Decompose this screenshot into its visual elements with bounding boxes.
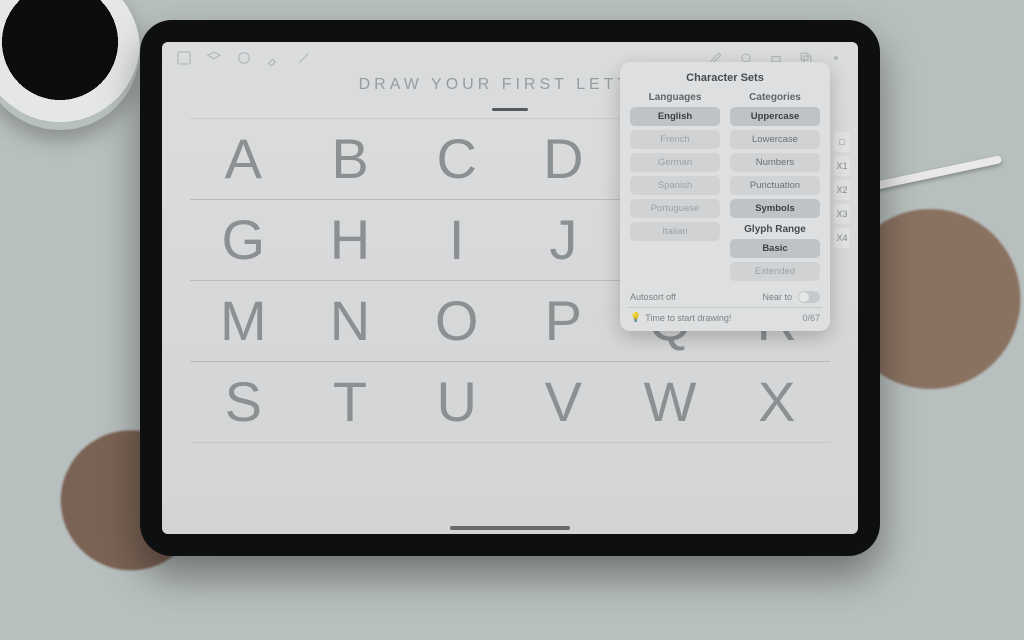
letter-cell[interactable]: V <box>510 374 617 430</box>
categories-column: Categories Uppercase Lowercase Numbers P… <box>730 92 820 285</box>
glyph-range-header: Glyph Range <box>730 224 820 235</box>
letter-cell[interactable]: G <box>190 212 297 268</box>
letter-cell[interactable]: M <box>190 293 297 349</box>
ipad-device: DRAW YOUR FIRST LETTER A B C D E F G H I… <box>140 20 880 556</box>
letter-cell[interactable]: D <box>510 131 617 187</box>
letter-cell[interactable]: J <box>510 212 617 268</box>
letter-cell[interactable]: P <box>510 293 617 349</box>
wrench-icon[interactable] <box>236 50 252 66</box>
coffee-mug <box>0 0 140 130</box>
lightbulb-icon: 💡 <box>630 312 641 323</box>
layers-icon[interactable] <box>206 50 222 66</box>
rail-button[interactable]: X4 <box>834 228 850 248</box>
panel-footer: 💡 Time to start drawing! 0/67 <box>630 312 820 323</box>
language-option[interactable]: Spanish <box>630 176 720 195</box>
rail-button[interactable]: X1 <box>834 156 850 176</box>
right-rail: □ X1 X2 X3 X4 <box>834 132 850 248</box>
drag-handle[interactable] <box>492 108 528 111</box>
rail-button[interactable]: X2 <box>834 180 850 200</box>
character-sets-panel: Character Sets Languages English French … <box>620 62 830 331</box>
category-option[interactable]: Uppercase <box>730 107 820 126</box>
wand-icon[interactable] <box>296 50 312 66</box>
letter-cell[interactable]: O <box>403 293 510 349</box>
glyph-range-option[interactable]: Extended <box>730 262 820 281</box>
autosort-row: Autosort off Near to <box>630 291 820 303</box>
letter-row: S T U V W X <box>190 361 830 443</box>
autosort-toggle[interactable] <box>798 291 820 303</box>
language-option[interactable]: Portuguese <box>630 199 720 218</box>
language-option[interactable]: English <box>630 107 720 126</box>
letter-cell[interactable]: N <box>297 293 404 349</box>
letter-cell[interactable]: A <box>190 131 297 187</box>
categories-header: Categories <box>730 92 820 103</box>
app-screen: DRAW YOUR FIRST LETTER A B C D E F G H I… <box>162 42 858 534</box>
letter-cell[interactable]: S <box>190 374 297 430</box>
category-option[interactable]: Symbols <box>730 199 820 218</box>
languages-header: Languages <box>630 92 720 103</box>
rail-button[interactable]: □ <box>834 132 850 152</box>
footer-text: Time to start drawing! <box>645 313 731 323</box>
letter-cell[interactable]: I <box>403 212 510 268</box>
gallery-icon[interactable] <box>176 50 192 66</box>
rail-button[interactable]: X3 <box>834 204 850 224</box>
language-option[interactable]: German <box>630 153 720 172</box>
glyph-range-option[interactable]: Basic <box>730 239 820 258</box>
autosort-label: Autosort off <box>630 292 676 302</box>
brush-icon[interactable] <box>266 50 282 66</box>
letter-cell[interactable]: T <box>297 374 404 430</box>
language-option[interactable]: French <box>630 130 720 149</box>
languages-column: Languages English French German Spanish … <box>630 92 720 285</box>
home-indicator[interactable] <box>450 526 570 530</box>
panel-title: Character Sets <box>630 72 820 84</box>
category-option[interactable]: Numbers <box>730 153 820 172</box>
language-option[interactable]: Italian <box>630 222 720 241</box>
letter-cell[interactable]: X <box>723 374 830 430</box>
letter-cell[interactable]: W <box>617 374 724 430</box>
brushsize-icon[interactable] <box>828 50 844 66</box>
glyph-count: 0/67 <box>802 313 820 323</box>
divider <box>628 307 822 308</box>
letter-cell[interactable]: U <box>403 374 510 430</box>
letter-cell[interactable]: B <box>297 131 404 187</box>
category-option[interactable]: Punctuation <box>730 176 820 195</box>
category-option[interactable]: Lowercase <box>730 130 820 149</box>
letter-cell[interactable]: C <box>403 131 510 187</box>
letter-cell[interactable]: H <box>297 212 404 268</box>
near-label: Near to <box>762 292 792 302</box>
